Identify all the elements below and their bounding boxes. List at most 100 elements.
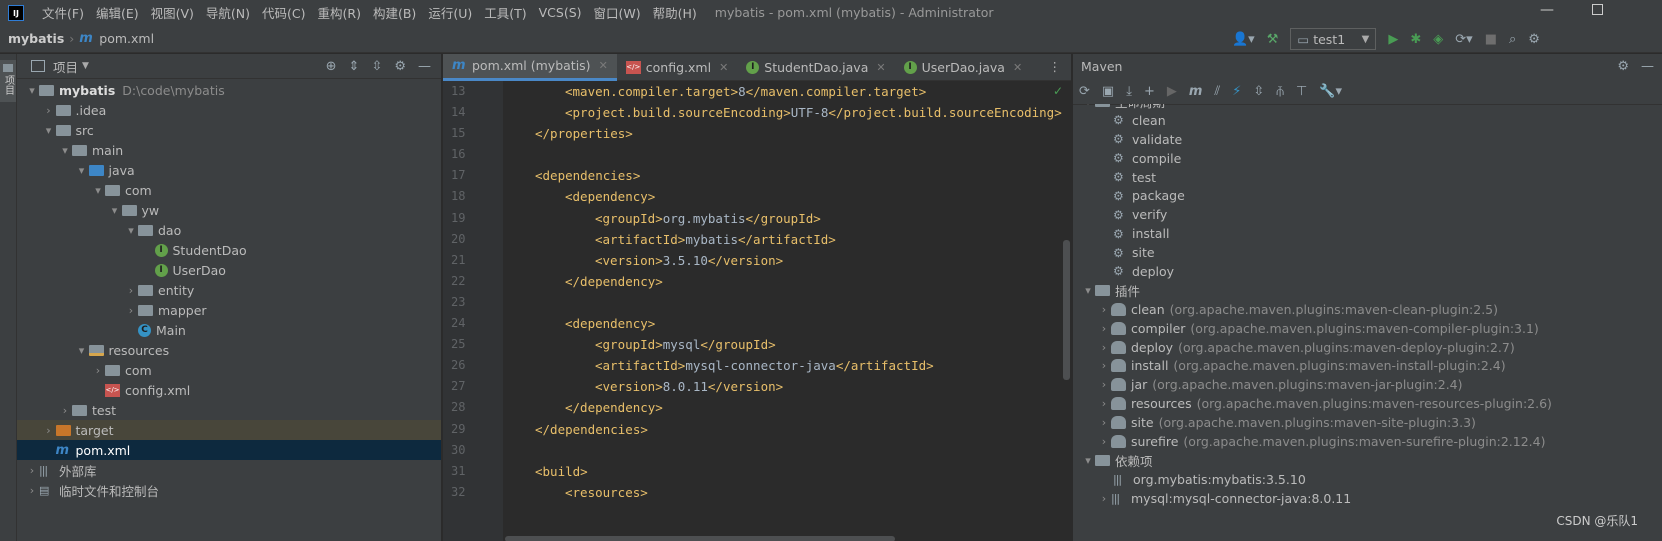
download-icon[interactable]: ⤓ (1126, 84, 1132, 99)
editor-tab[interactable]: </> config.xml ✕ (617, 54, 738, 81)
skip-tests-icon[interactable]: ⚡ (1232, 84, 1241, 99)
chevron-right-icon[interactable]: › (25, 484, 39, 497)
tree-row[interactable]: › target (17, 420, 441, 440)
maven-tree-row[interactable]: › deploy (org.apache.maven.plugins:maven-d… (1073, 338, 1662, 357)
maven-tree-row[interactable]: › ||| mysql:mysql-connector-java:8.0.11 (1073, 489, 1662, 508)
tree-row[interactable]: ▾ mybatis D:\code\mybatis (17, 80, 441, 100)
settings-gear-icon[interactable]: ⚙ (1528, 32, 1540, 47)
tree-row[interactable]: ▾ dao (17, 220, 441, 240)
inspection-ok-icon[interactable]: ✓ (1053, 84, 1063, 98)
close-tab-icon[interactable]: ✕ (599, 59, 608, 72)
menu-item[interactable]: 代码(C) (256, 3, 311, 22)
editor-tab[interactable]: I StudentDao.java ✕ (737, 54, 894, 81)
run-config-select[interactable]: ▭ test1 ▼ (1290, 28, 1377, 50)
chevron-right-icon[interactable]: › (124, 284, 138, 297)
collapse-all-icon[interactable]: ⇳ (1253, 84, 1264, 99)
editor-tab[interactable]: I UserDao.java ✕ (895, 54, 1032, 81)
tree-row[interactable]: m pom.xml (17, 440, 441, 460)
tree-row[interactable]: ▾ yw (17, 200, 441, 220)
maven-tree-row[interactable]: › site (org.apache.maven.plugins:maven-sit… (1073, 413, 1662, 432)
coverage-icon[interactable]: ◈ (1433, 32, 1443, 47)
vertical-scrollbar[interactable] (1063, 240, 1070, 380)
maven-tree-row[interactable]: ||| org.mybatis:mybatis:3.5.10 (1073, 470, 1662, 489)
menu-item[interactable]: 导航(N) (200, 3, 256, 22)
profile-icon[interactable]: ⟳▾ (1455, 32, 1472, 47)
close-tab-icon[interactable]: ✕ (876, 61, 885, 74)
tree-row[interactable]: › entity (17, 280, 441, 300)
chevron-down-icon[interactable]: ▾ (75, 344, 89, 357)
chevron-right-icon[interactable]: › (1097, 416, 1111, 429)
chevron-right-icon[interactable]: › (42, 104, 56, 117)
maven-tree-row[interactable]: ⚙ compile (1073, 149, 1662, 168)
menu-item[interactable]: 工具(T) (478, 3, 532, 22)
menu-item[interactable]: 视图(V) (145, 3, 200, 22)
add-icon[interactable]: + (1144, 84, 1155, 99)
maven-tree-row[interactable]: ⚙ clean (1073, 111, 1662, 130)
stop-icon[interactable]: ■ (1485, 32, 1497, 47)
menu-item[interactable]: 帮助(H) (647, 3, 703, 22)
maven-tree-row[interactable]: › clean (org.apache.maven.plugins:maven-cl… (1073, 300, 1662, 319)
expand-all-icon[interactable]: ⇕ (349, 59, 360, 74)
toggle-offline-icon[interactable]: ⫽ (1214, 84, 1220, 99)
maven-tree-row[interactable]: ⚙ test (1073, 168, 1662, 187)
chevron-down-icon[interactable]: ▾ (124, 224, 138, 237)
tree-row[interactable]: C Main (17, 320, 441, 340)
menu-item[interactable]: 构建(B) (367, 3, 422, 22)
editor-tab[interactable]: m pom.xml (mybatis) ✕ (443, 53, 617, 81)
maven-tree-row[interactable]: › compiler (org.apache.maven.plugins:maven… (1073, 319, 1662, 338)
run-icon[interactable]: ▶ (1388, 32, 1398, 47)
chevron-down-icon[interactable]: ▾ (108, 204, 122, 217)
breadcrumb-project[interactable]: mybatis (8, 31, 64, 46)
maven-tree-row[interactable]: ▾ 依赖项 (1073, 451, 1662, 470)
chevron-right-icon[interactable]: › (25, 464, 39, 477)
tree-row[interactable]: I StudentDao (17, 240, 441, 260)
maven-settings-icon[interactable]: 🔧▾ (1319, 84, 1342, 99)
menu-item[interactable]: 运行(U) (422, 3, 478, 22)
menu-item[interactable]: 重构(R) (312, 3, 367, 22)
tree-row[interactable]: › test (17, 400, 441, 420)
chevron-down-icon[interactable]: ▾ (1081, 104, 1095, 108)
maven-tree-row[interactable]: ▾ 生命周期 (1073, 104, 1662, 111)
breadcrumb-file[interactable]: pom.xml (99, 31, 154, 46)
tree-row[interactable]: › ||| 外部库 (17, 460, 441, 480)
maven-tree-row[interactable]: ⚙ deploy (1073, 262, 1662, 281)
show-diagram-icon[interactable]: ⊤ (1296, 84, 1307, 99)
user-icon[interactable]: 👤▾ (1232, 32, 1255, 47)
gear-icon[interactable]: ⚙ (1617, 59, 1629, 74)
chevron-right-icon[interactable]: › (1097, 359, 1111, 372)
chevron-right-icon[interactable]: › (1097, 303, 1111, 316)
chevron-down-icon[interactable]: ▼ (82, 61, 89, 71)
execute-goal-icon[interactable]: m (1189, 84, 1203, 99)
chevron-right-icon[interactable]: › (124, 304, 138, 317)
menu-item[interactable]: 窗口(W) (588, 3, 647, 22)
tree-row[interactable]: › ▤ 临时文件和控制台 (17, 480, 441, 500)
horizontal-scrollbar[interactable] (505, 536, 895, 541)
chevron-right-icon[interactable]: › (58, 404, 72, 417)
menu-item[interactable]: 编辑(E) (90, 3, 145, 22)
chevron-down-icon[interactable]: ▾ (1081, 284, 1095, 297)
chevron-right-icon[interactable]: › (1097, 341, 1111, 354)
close-tab-icon[interactable]: ✕ (719, 61, 728, 74)
tree-row[interactable]: </> config.xml (17, 380, 441, 400)
chevron-right-icon[interactable]: › (1097, 322, 1111, 335)
locate-target-icon[interactable]: ⊕ (326, 59, 337, 74)
chevron-right-icon[interactable]: › (42, 424, 56, 437)
chevron-right-icon[interactable]: › (1097, 435, 1111, 448)
tree-row[interactable]: ▾ main (17, 140, 441, 160)
tree-row[interactable]: › com (17, 360, 441, 380)
tree-row[interactable]: › mapper (17, 300, 441, 320)
maven-tree-row[interactable]: ⚙ package (1073, 186, 1662, 205)
reload-icon[interactable]: ⟳ (1079, 84, 1090, 99)
show-dependencies-icon[interactable]: ⫚ (1276, 84, 1284, 99)
chevron-right-icon[interactable]: › (1097, 378, 1111, 391)
maximize-button[interactable] (1592, 4, 1603, 15)
chevron-right-icon[interactable]: › (1097, 397, 1111, 410)
menu-item[interactable]: 文件(F) (36, 3, 90, 22)
maven-tree-row[interactable]: › resources (org.apache.maven.plugins:mave… (1073, 394, 1662, 413)
maven-tree-row[interactable]: › install (org.apache.maven.plugins:maven-… (1073, 356, 1662, 375)
debug-icon[interactable]: ✱ (1410, 32, 1421, 47)
tab-menu-icon[interactable]: ⋮ (1049, 59, 1062, 74)
project-tool-tab[interactable]: 项目 (0, 60, 16, 102)
chevron-down-icon[interactable]: ▾ (58, 144, 72, 157)
menu-item[interactable]: VCS(S) (533, 5, 588, 20)
